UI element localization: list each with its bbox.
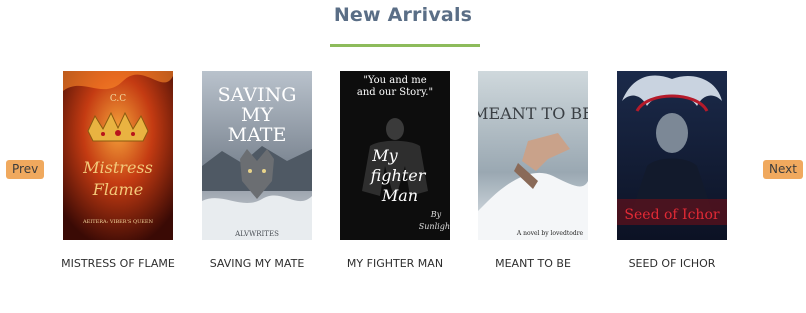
cover-author: By — [430, 210, 442, 219]
cover-title: Seed of Ichor — [624, 207, 719, 223]
book-title[interactable]: SEED OF ICHOR — [577, 257, 767, 270]
cover-title: Mistress — [82, 158, 153, 177]
cover-author: C.C — [110, 94, 126, 104]
cover-title: SAVING — [218, 84, 297, 106]
book-cover[interactable]: C.C Mistress Flame AEITERA: VIBER'S QUEE… — [63, 71, 173, 240]
cover-quote: "You and me — [363, 75, 426, 86]
section-title: New Arrivals — [333, 4, 473, 26]
cover-title: fighter — [370, 166, 427, 185]
book-cover[interactable]: "You and me and our Story." My fighter M… — [340, 71, 450, 240]
title-underline — [330, 44, 480, 47]
cover-author: A novel by lovedtodre — [516, 230, 584, 237]
cover-quote: and our Story." — [357, 87, 433, 98]
cover-title: Man — [381, 186, 418, 205]
cover-title: MEANT TO BE — [478, 104, 588, 123]
cover-author: Sunlight — [419, 222, 450, 231]
book-cover[interactable]: MEANT TO BE A novel by lovedtodre — [478, 71, 588, 240]
cover-title: MY — [241, 104, 273, 126]
cover-title: My — [371, 146, 398, 165]
cover-title: Flame — [92, 180, 143, 199]
book-cover[interactable]: SAVING MY MATE ALVWRITES — [202, 71, 312, 240]
cover-title: MATE — [228, 124, 287, 146]
book-cover[interactable]: Seed of Ichor — [617, 71, 727, 240]
next-button[interactable]: Next — [763, 160, 803, 179]
cover-subtitle: AEITERA: VIBER'S QUEEN — [82, 219, 154, 225]
cover-author: ALVWRITES — [234, 230, 279, 238]
prev-button[interactable]: Prev — [6, 160, 45, 179]
